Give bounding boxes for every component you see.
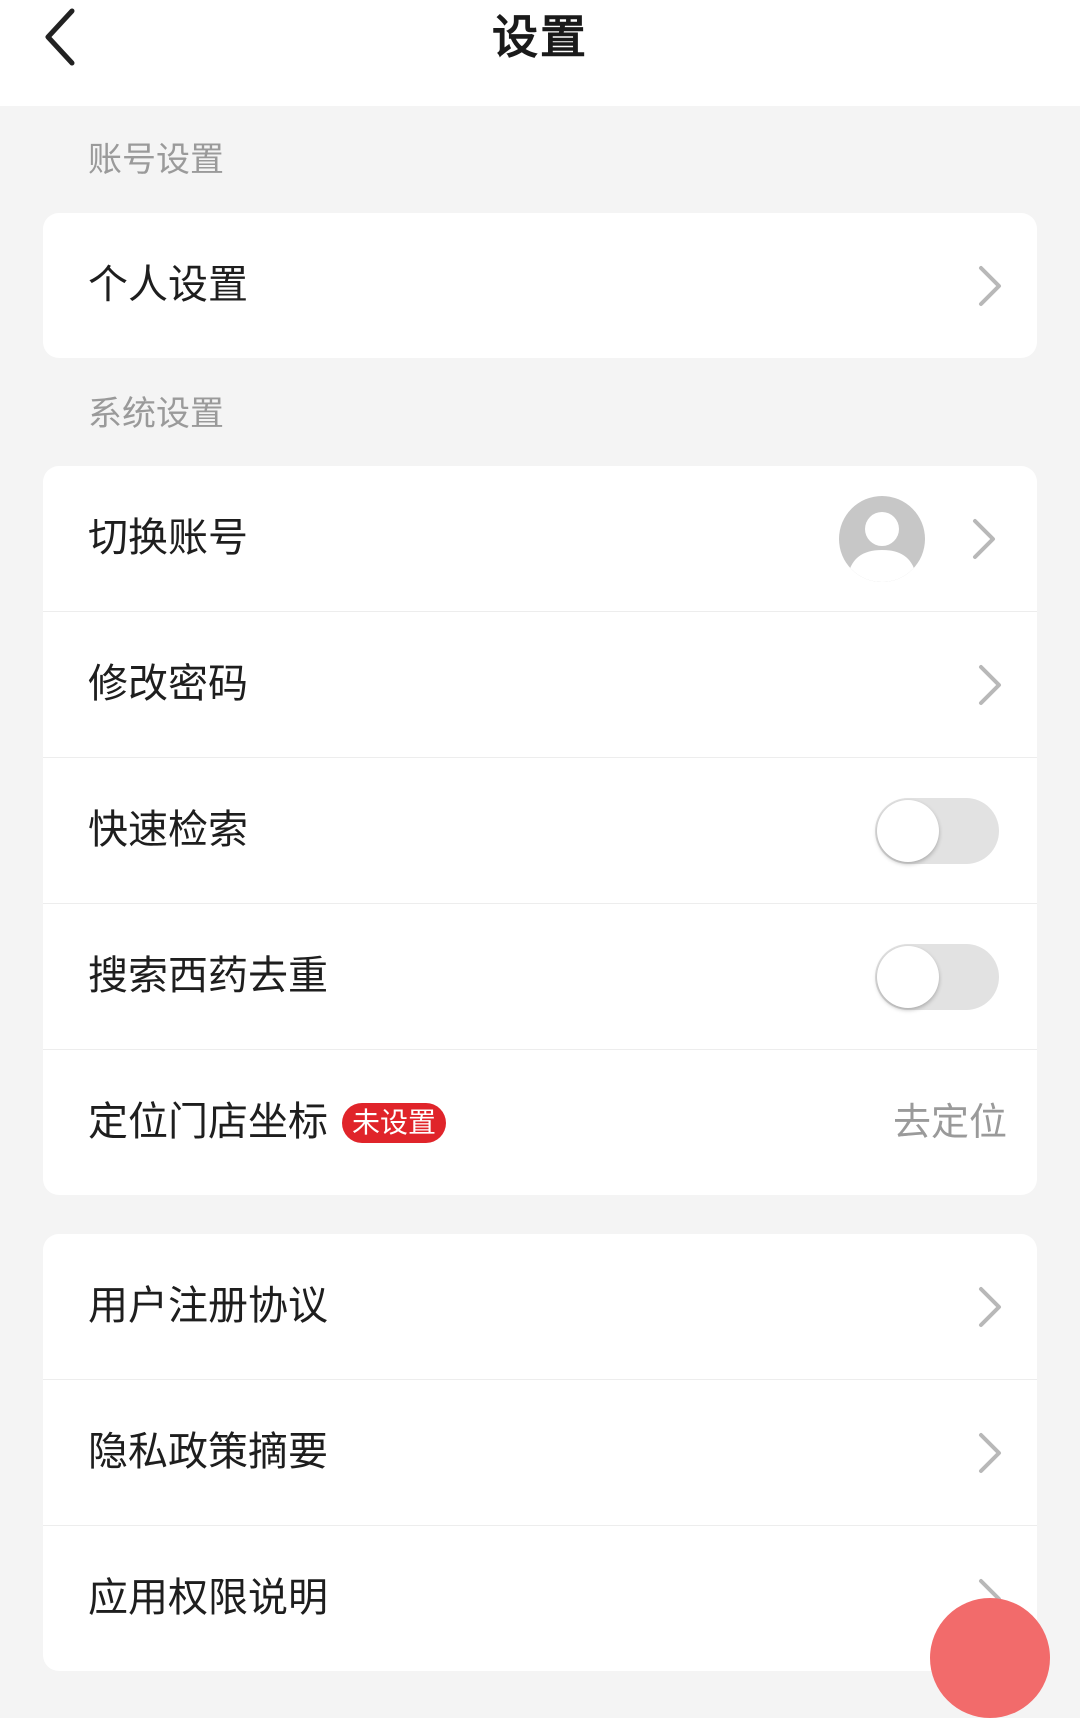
chevron-right-icon <box>979 1286 1001 1327</box>
top-navbar: 设置 <box>0 0 1080 106</box>
quick-search-toggle[interactable] <box>875 797 999 864</box>
row-label: 应用权限说明 <box>88 1575 328 1621</box>
row-label: 搜索西药去重 <box>88 953 328 999</box>
chevron-right-icon <box>979 664 1001 705</box>
row-user-agreement[interactable]: 用户注册协议 <box>43 1234 1037 1380</box>
locate-link[interactable]: 去定位 <box>893 1050 1007 1195</box>
dedupe-western-medicine-toggle[interactable] <box>875 943 999 1010</box>
chevron-right-icon <box>979 1432 1001 1473</box>
row-label: 修改密码 <box>88 661 248 707</box>
account-settings-card: 个人设置 <box>43 213 1037 358</box>
user-avatar-icon <box>839 495 925 582</box>
toggle-knob <box>877 945 939 1008</box>
system-settings-card: 切换账号 修改密码 快速检索 搜索西药去重 定位门店坐标 未设置 去定位 <box>43 466 1037 1195</box>
page-title: 设置 <box>492 10 588 64</box>
row-personal-settings[interactable]: 个人设置 <box>43 213 1037 358</box>
row-dedupe-western-medicine: 搜索西药去重 <box>43 904 1037 1050</box>
row-label: 用户注册协议 <box>88 1283 328 1329</box>
toggle-knob <box>877 799 939 862</box>
chevron-right-icon <box>979 265 1001 306</box>
row-quick-search: 快速检索 <box>43 758 1037 904</box>
section-header-account: 账号设置 <box>88 140 224 180</box>
row-switch-account[interactable]: 切换账号 <box>43 466 1037 612</box>
row-label: 切换账号 <box>88 515 248 561</box>
row-privacy-policy[interactable]: 隐私政策摘要 <box>43 1380 1037 1526</box>
row-label: 隐私政策摘要 <box>88 1429 328 1475</box>
row-label: 个人设置 <box>88 262 248 308</box>
row-app-permissions[interactable]: 应用权限说明 <box>43 1526 1037 1671</box>
row-store-location[interactable]: 定位门店坐标 未设置 去定位 <box>43 1050 1037 1195</box>
floating-action-button[interactable] <box>930 1598 1050 1718</box>
row-label: 快速检索 <box>88 807 248 853</box>
row-label-wrap: 定位门店坐标 未设置 <box>88 1050 447 1195</box>
row-change-password[interactable]: 修改密码 <box>43 612 1037 758</box>
row-label: 定位门店坐标 <box>88 1099 328 1145</box>
legal-card: 用户注册协议 隐私政策摘要 应用权限说明 <box>43 1234 1037 1671</box>
section-header-system: 系统设置 <box>88 394 224 434</box>
status-badge: 未设置 <box>342 1102 447 1143</box>
chevron-right-icon <box>973 518 995 559</box>
